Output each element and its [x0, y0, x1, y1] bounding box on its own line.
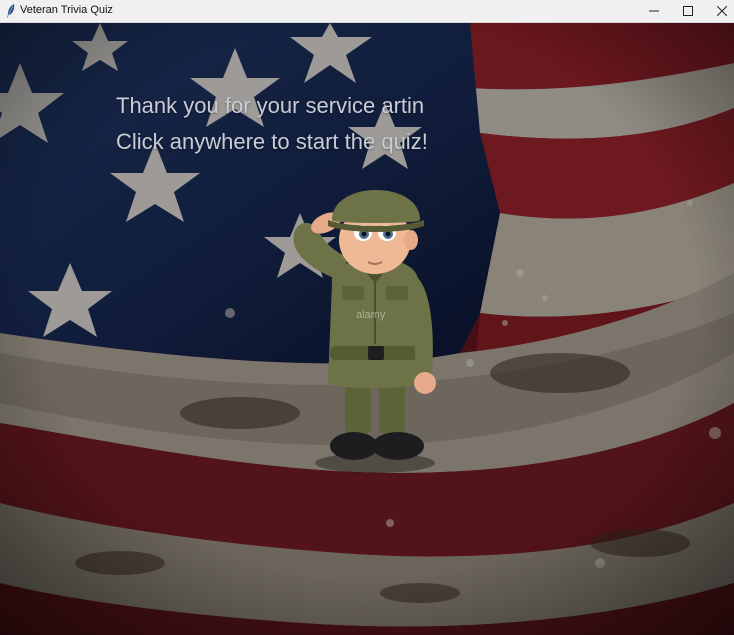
close-button[interactable] [706, 0, 734, 22]
minimize-icon [649, 10, 659, 12]
start-quiz-prompt: Click anywhere to start the quiz! [116, 129, 428, 154]
title-bar[interactable]: Veteran Trivia Quiz [0, 0, 734, 23]
window-title: Veteran Trivia Quiz [20, 4, 113, 16]
feather-app-icon [7, 4, 15, 18]
maximize-icon [683, 6, 693, 16]
quiz-start-canvas[interactable]: Thank you for your service artin Click a… [0, 23, 734, 635]
close-icon [717, 6, 727, 16]
maximize-button[interactable] [672, 0, 704, 22]
thank-you-message: Thank you for your service artin [116, 93, 425, 118]
saluting-soldier-image: alamy [293, 190, 436, 473]
minimize-button[interactable] [638, 0, 670, 22]
app-window: Veteran Trivia Quiz Thank you for your s… [0, 0, 734, 635]
svg-text:alamy: alamy [356, 309, 386, 321]
